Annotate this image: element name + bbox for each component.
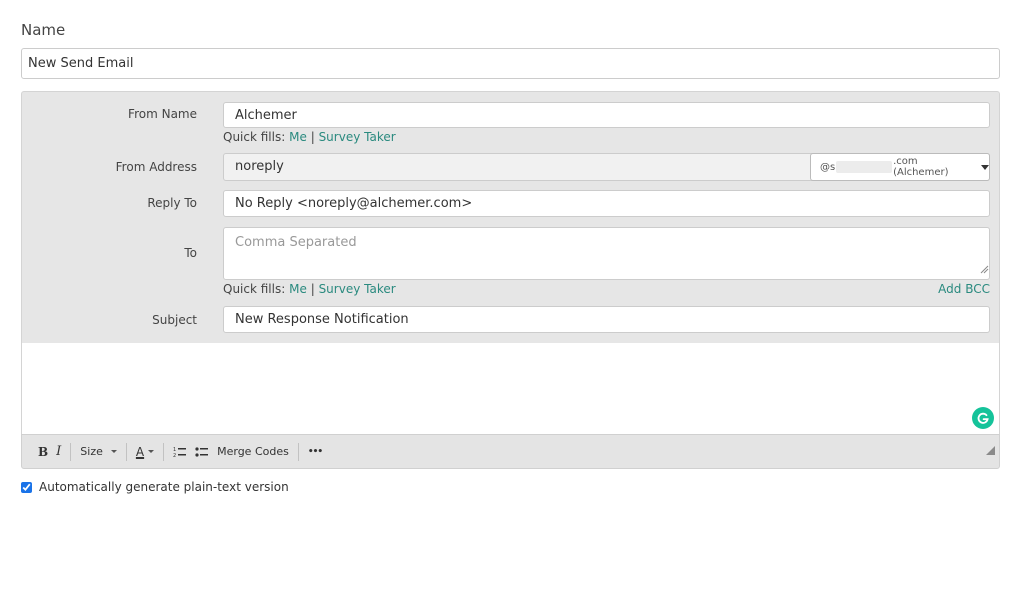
italic-button[interactable]: I [52, 441, 65, 463]
plain-text-label: Automatically generate plain-text versio… [39, 480, 289, 494]
numbered-list-icon: 1 2 [173, 447, 187, 458]
grammarly-icon[interactable] [972, 407, 994, 429]
toolbar-divider [297, 442, 299, 461]
reply-to-label: Reply To [147, 196, 197, 210]
bulleted-list-button[interactable] [191, 441, 213, 463]
editor-resize-grip-icon[interactable] [986, 446, 995, 455]
resize-grip-icon[interactable] [979, 264, 989, 274]
font-size-dropdown[interactable]: Size [76, 441, 121, 463]
plain-text-checkbox[interactable] [21, 481, 32, 493]
bold-button[interactable]: B [34, 441, 52, 463]
to-label: To [184, 246, 197, 260]
from-name-label: From Name [128, 107, 197, 121]
editor-toolbar: B I Size A 1 2 Merge Codes ••• [21, 434, 1000, 469]
name-input[interactable] [21, 48, 1000, 79]
quick-fill-survey-taker-link[interactable]: Survey Taker [319, 282, 396, 296]
plain-text-option[interactable]: Automatically generate plain-text versio… [21, 480, 289, 494]
reply-to-input[interactable] [223, 190, 990, 217]
quick-fill-me-link[interactable]: Me [289, 130, 307, 144]
quick-fills-separator: | [310, 130, 315, 144]
domain-suffix: .com (Alchemer) [893, 156, 949, 178]
redacted-domain [836, 161, 893, 173]
quick-fills-label: Quick fills: [223, 282, 286, 296]
to-textarea[interactable] [223, 227, 990, 280]
name-label: Name [21, 21, 66, 39]
toolbar-divider [70, 442, 72, 461]
subject-label: Subject [152, 313, 197, 327]
quick-fill-me-link[interactable]: Me [289, 282, 307, 296]
subject-input[interactable] [223, 306, 990, 333]
font-color-icon: A [135, 444, 145, 459]
toolbar-divider [125, 442, 127, 461]
domain-prefix: @s [820, 161, 836, 173]
chevron-down-icon [981, 164, 989, 170]
toolbar-divider [163, 442, 165, 461]
from-address-input[interactable]: noreply [224, 154, 810, 180]
from-domain-dropdown[interactable]: @s .com (Alchemer) [810, 153, 990, 181]
merge-codes-button[interactable]: Merge Codes [213, 441, 293, 463]
font-size-label: Size [80, 445, 103, 458]
quick-fills-label: Quick fills: [223, 130, 286, 144]
more-options-button[interactable]: ••• [304, 441, 326, 463]
email-header-panel: From Name Quick fills: Me | Survey Taker… [21, 91, 1000, 343]
font-color-button[interactable]: A [132, 441, 158, 463]
to-quick-fills: Quick fills: Me | Survey Taker [223, 282, 396, 296]
numbered-list-button[interactable]: 1 2 [169, 441, 191, 463]
chevron-down-icon [148, 450, 155, 453]
from-address-group: noreply @s .com (Alchemer) [223, 153, 990, 181]
add-bcc-link[interactable]: Add BCC [938, 282, 990, 296]
quick-fill-survey-taker-link[interactable]: Survey Taker [319, 130, 396, 144]
message-body-editor[interactable] [21, 343, 1000, 434]
from-address-label: From Address [115, 160, 197, 174]
bulleted-list-icon [195, 446, 209, 457]
chevron-down-icon [110, 450, 117, 453]
quick-fills-separator: | [310, 282, 315, 296]
from-name-input[interactable] [223, 102, 990, 128]
svg-text:2: 2 [173, 453, 176, 458]
from-name-quick-fills: Quick fills: Me | Survey Taker [223, 130, 396, 144]
